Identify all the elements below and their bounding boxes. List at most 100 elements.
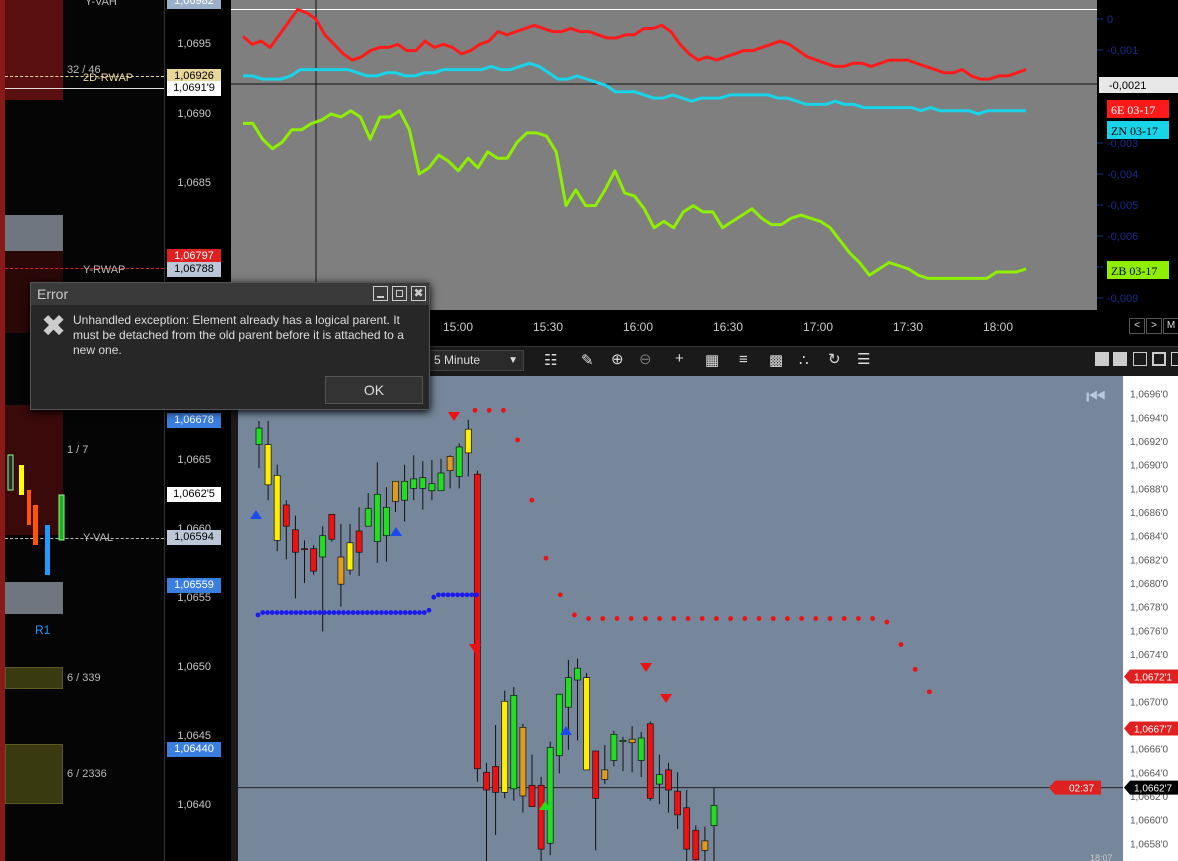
y-tick: 1,0665 <box>177 454 211 466</box>
data-box-icon[interactable]: ▦ <box>705 351 719 369</box>
candle-body <box>464 428 472 454</box>
blue-trail-dot <box>426 607 432 613</box>
candle-body <box>510 695 518 790</box>
blue-trail-dot <box>360 610 365 615</box>
candle-body <box>583 677 590 771</box>
candle-body <box>565 677 572 708</box>
properties-icon[interactable]: ☰ <box>857 350 870 368</box>
red-trail-dot <box>671 616 677 621</box>
blue-trail-dot <box>298 610 304 615</box>
bar-style-icon[interactable]: ☷ <box>544 351 557 369</box>
candle-body <box>264 444 272 486</box>
window-tile-button-2[interactable] <box>1113 352 1127 366</box>
candle-body <box>273 475 281 541</box>
y-tick-label: -0,009 <box>1107 293 1138 305</box>
legend-flag-6e: 6E 03-17 <box>1107 100 1169 118</box>
ok-button[interactable]: OK <box>325 376 423 404</box>
y-tick-label: 1,0694'0 <box>1130 413 1168 424</box>
x-tick-label: 16:00 <box>623 320 653 334</box>
y-tick-label: -0,001 <box>1107 45 1138 57</box>
blue-trail-dot <box>303 610 308 615</box>
refresh-icon[interactable]: ↻ <box>828 350 841 368</box>
candle-body <box>301 548 308 551</box>
blue-trail-dot <box>350 610 356 615</box>
label-y-rwap: Y-RWAP <box>83 264 126 276</box>
red-trail-dot <box>643 616 648 621</box>
crosshair-icon[interactable]: + <box>675 350 684 367</box>
candle-body <box>355 530 363 553</box>
indicator-icon[interactable]: ≡ <box>739 351 748 368</box>
candle-body <box>555 693 563 757</box>
dialog-minimize-button[interactable] <box>373 286 388 301</box>
blue-trail-dot <box>288 610 294 615</box>
interval-select[interactable]: 5 Minute ▼ <box>429 350 524 371</box>
blue-trail-dot <box>322 610 327 615</box>
value-area-band-gray <box>5 215 63 251</box>
price-flag: 1,06788 <box>167 262 221 277</box>
nav-next-button[interactable]: > <box>1146 318 1162 334</box>
candle-body <box>410 478 418 489</box>
candle-body <box>619 739 627 742</box>
left-price-axis: 1,0695 1,0690 1,0685 1,0665 1,0660 1,065… <box>164 0 231 861</box>
blue-trail-dot <box>417 610 422 615</box>
blue-trail-dot <box>436 592 441 598</box>
minimize-button[interactable] <box>1133 352 1147 366</box>
blue-trail-dot <box>345 610 351 615</box>
candle-body <box>383 506 390 537</box>
maximize-button[interactable] <box>1152 352 1166 366</box>
close-button[interactable] <box>1171 352 1178 366</box>
label-2d-rwap: 2D-RWAP <box>83 72 134 84</box>
red-trail-dot <box>543 555 549 561</box>
window-tile-button[interactable] <box>1095 352 1109 366</box>
zoom-in-icon[interactable]: ⊕ <box>611 350 624 368</box>
blue-trail-dot <box>412 610 418 615</box>
candle-body <box>492 766 499 793</box>
nav-more-button[interactable]: M <box>1163 318 1178 334</box>
plot-area <box>238 376 1123 861</box>
x-tick-label: 17:30 <box>893 320 923 334</box>
y-tick-label: 1,0674'0 <box>1130 650 1168 661</box>
red-trail-dot <box>699 616 705 621</box>
blue-trail-dot <box>369 610 375 615</box>
red-trail-dot <box>870 616 875 621</box>
y-tick-label: 1,0690'0 <box>1130 461 1168 472</box>
svg-text:1,0662'7: 1,0662'7 <box>1134 784 1172 795</box>
x-tick-label: 15:30 <box>533 320 563 334</box>
blue-trail-dot <box>464 592 470 598</box>
blue-trail-dot <box>455 592 460 598</box>
red-trail-dot <box>657 616 662 621</box>
svg-text:02:37: 02:37 <box>1069 784 1094 795</box>
y-tick-label: 1,0680'0 <box>1130 579 1168 590</box>
pencil-icon[interactable]: ✎ <box>581 351 594 369</box>
price-flag: 1,0662'7 <box>1124 780 1178 795</box>
red-trail-dot <box>529 497 535 503</box>
candle-body <box>346 542 354 571</box>
red-trail-dot <box>628 616 634 621</box>
blue-trail-dot <box>364 610 370 615</box>
y-tick-label: 1,0692'0 <box>1130 437 1168 448</box>
candle-body <box>519 726 527 797</box>
blue-trail-dot <box>336 610 342 615</box>
candle-body <box>701 840 709 851</box>
volume-box-1 <box>5 667 63 689</box>
y-tick: 1,0645 <box>177 730 211 742</box>
label-ratio-6-2336: 6 / 2336 <box>67 768 107 780</box>
y-tick-label: -0,003 <box>1107 138 1138 150</box>
dialog-close-button[interactable]: ✖ <box>411 286 426 301</box>
price-flag: 1,06440 <box>167 742 221 757</box>
blue-trail-dot <box>279 610 285 615</box>
strategy-icon[interactable]: ▩ <box>769 351 783 369</box>
candle-body <box>646 723 654 799</box>
red-trail-dot <box>785 616 790 621</box>
drawing-tools-icon[interactable]: ∴ <box>799 351 809 369</box>
candle-body <box>637 737 645 761</box>
dialog-maximize-button[interactable] <box>392 286 407 301</box>
svg-text:1,0667'7: 1,0667'7 <box>1134 725 1172 736</box>
blue-trail-dot <box>326 610 332 615</box>
nav-prev-button[interactable]: < <box>1129 318 1145 334</box>
zoom-out-icon[interactable]: ⊖ <box>639 350 652 368</box>
dialog-titlebar[interactable]: Error ✖ <box>31 283 429 305</box>
blue-trail-dot <box>293 610 299 615</box>
candle-body <box>373 493 381 542</box>
scroll-to-end-icon[interactable]: ⏮ <box>1086 384 1106 410</box>
